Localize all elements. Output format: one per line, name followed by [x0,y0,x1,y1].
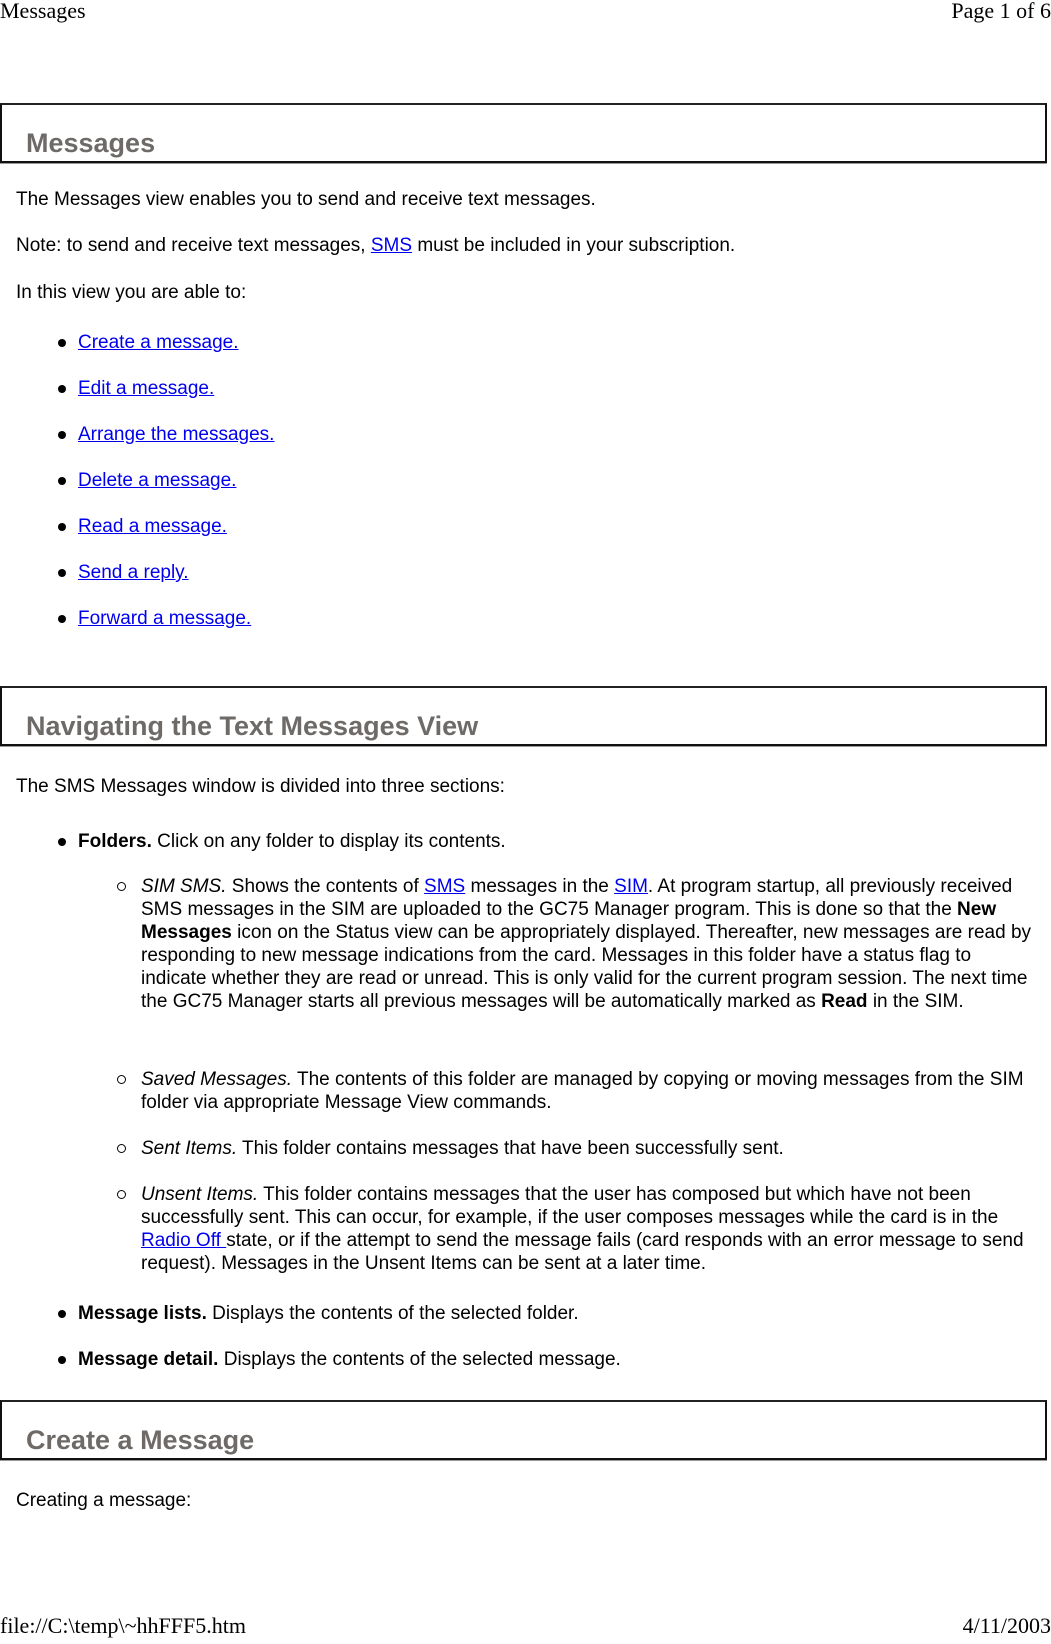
saved-label: Saved Messages. [141,1069,293,1090]
text: in the SIM. [867,991,964,1012]
forward-message-link[interactable]: Forward a message. [78,608,251,629]
read-message-link[interactable]: Read a message. [78,516,227,537]
sub-item-unsent-items: Unsent Items. This folder contains messa… [117,1183,1036,1275]
message-lists-label: Message lists. [78,1303,207,1324]
message-detail-label: Message detail. [78,1349,219,1370]
text: Displays the contents of the selected fo… [206,1303,579,1324]
print-header: Messages Page 1 of 6 [0,0,1051,24]
send-reply-link[interactable]: Send a reply. [78,562,189,583]
create-intro: Creating a message: [16,1490,192,1511]
section-header-messages: Messages [0,103,1047,163]
section-title: Create a Message [26,1425,255,1455]
note-text: must be included in your subscription. [412,235,736,256]
list-item-message-lists: Message lists. Displays the contents of … [58,1302,579,1325]
list-item: Edit a message. [57,377,214,400]
text: Shows the contents of [226,876,425,897]
folders-text: Click on any folder to display its conte… [151,831,506,852]
sms-link[interactable]: SMS [371,235,412,256]
note-paragraph: Note: to send and receive text messages,… [16,234,735,257]
section-header-create: Create a Message [0,1400,1047,1460]
sms-link[interactable]: SMS [424,876,465,897]
list-item: Forward a message. [57,607,251,630]
list-item: Delete a message. [57,469,236,492]
edit-message-link[interactable]: Edit a message. [78,378,214,399]
read-bold: Read [821,991,868,1012]
text: state, or if the attempt to send the mes… [141,1230,1024,1274]
print-footer: file://C:\temp\~hhFFF5.htm 4/11/2003 [0,1613,1051,1639]
unsent-label: Unsent Items. [141,1184,259,1205]
list-item-message-detail: Message detail. Displays the contents of… [58,1348,621,1371]
intro-paragraph: The Messages view enables you to send an… [16,189,596,210]
radio-off-link[interactable]: Radio Off [141,1230,226,1251]
file-path: file://C:\temp\~hhFFF5.htm [0,1613,246,1638]
text: This folder contains messages that the u… [141,1184,999,1228]
text: This folder contains messages that have … [237,1138,784,1159]
create-message-link[interactable]: Create a message. [78,332,239,353]
navigating-intro: The SMS Messages window is divided into … [16,776,505,797]
delete-message-link[interactable]: Delete a message. [78,470,236,491]
list-item: Send a reply. [58,561,189,584]
print-header-title: Messages [0,0,86,23]
able-to-paragraph: In this view you are able to: [16,282,247,303]
note-text: Note: to send and receive text messages, [16,235,371,256]
list-item: Read a message. [58,515,227,538]
print-date: 4/11/2003 [962,1613,1051,1638]
sub-item-sim-sms: SIM SMS. Shows the contents of SMS messa… [117,875,1036,1013]
sent-label: Sent Items. [141,1138,238,1159]
arrange-messages-link[interactable]: Arrange the messages. [78,424,274,445]
sub-item-sent-items: Sent Items. This folder contains message… [117,1137,1036,1160]
folders-label: Folders. [78,831,152,852]
page-number: Page 1 of 6 [951,0,1051,23]
list-item: Create a message. [58,331,239,354]
list-item: Arrange the messages. [57,423,274,446]
section-title: Navigating the Text Messages View [26,711,479,741]
list-item-folders: Folders. Click on any folder to display … [58,830,506,853]
sim-sms-label: SIM SMS. [141,876,227,897]
text: messages in the [465,876,615,897]
sim-link[interactable]: SIM [614,876,648,897]
sub-item-saved-messages: Saved Messages. The contents of this fol… [117,1068,1036,1114]
section-header-navigating: Navigating the Text Messages View [0,686,1047,746]
text: Displays the contents of the selected me… [218,1349,621,1370]
section-title: Messages [26,128,156,158]
